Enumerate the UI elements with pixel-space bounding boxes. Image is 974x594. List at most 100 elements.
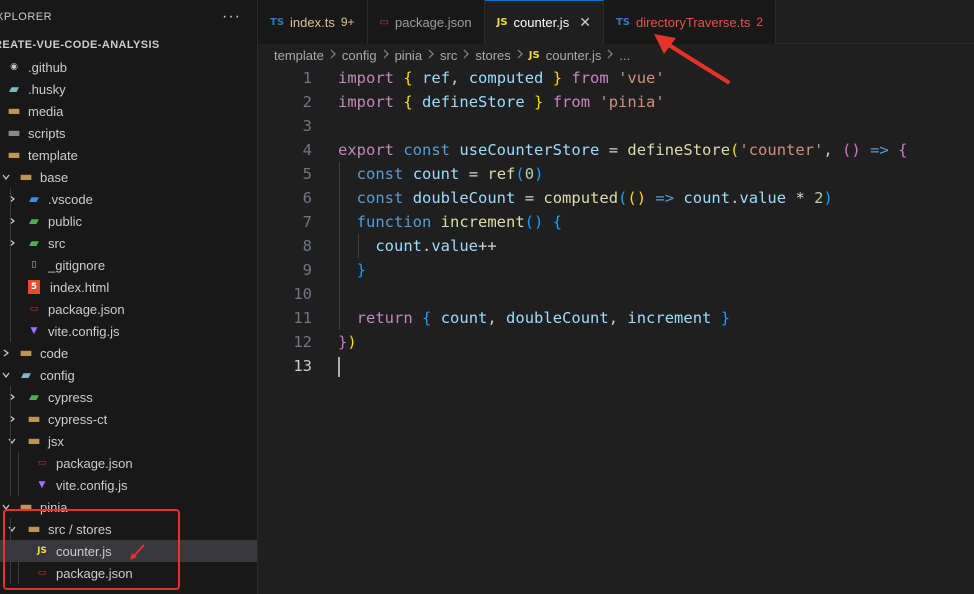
tree-item-label: vite.config.js bbox=[48, 323, 120, 339]
tree-item[interactable]: ▬ media bbox=[0, 100, 257, 122]
chevron-down-icon[interactable] bbox=[0, 171, 12, 183]
code-line-6: 6 const doubleCount = computed(() => cou… bbox=[258, 186, 974, 210]
tree-item[interactable]: ▰ cypress bbox=[0, 386, 257, 408]
tree-item[interactable]: ▰ config bbox=[0, 364, 257, 386]
html-icon: 5 bbox=[28, 280, 40, 294]
line-number: 5 bbox=[302, 165, 312, 183]
tree-item-label: src bbox=[48, 235, 66, 251]
chevron-down-icon[interactable] bbox=[6, 435, 18, 447]
tree-item[interactable]: ▬ jsx bbox=[0, 430, 257, 452]
breadcrumb-item[interactable]: config bbox=[342, 48, 377, 63]
tab-counter-js[interactable]: JS counter.js ✕ bbox=[484, 0, 604, 44]
tree-item[interactable]: ▭ package.json bbox=[0, 452, 257, 474]
tree-item[interactable]: ▰ .husky bbox=[0, 78, 257, 100]
breadcrumb-symbols[interactable]: ... bbox=[619, 48, 630, 63]
explorer-sidebar: XPLORER ··· REATE-VUE-CODE-ANALYSIS ◉ .gi… bbox=[0, 0, 258, 594]
chevron-right-icon[interactable] bbox=[6, 193, 18, 205]
npm-icon: ▭ bbox=[379, 16, 389, 28]
chevron-right-icon bbox=[462, 48, 470, 62]
breadcrumb-item[interactable]: template bbox=[274, 48, 324, 63]
tree-item[interactable]: ▰ .vscode bbox=[0, 188, 257, 210]
code-line-5: 5 const count = ref(0) bbox=[258, 162, 974, 186]
tree-item-label: config bbox=[40, 367, 75, 383]
code-editor[interactable]: 1 import { ref, computed } from 'vue' 2 im… bbox=[258, 66, 974, 594]
breadcrumb-item[interactable]: src bbox=[440, 48, 457, 63]
tree-item[interactable]: ▬ scripts bbox=[0, 122, 257, 144]
breadcrumb-item[interactable]: stores bbox=[475, 48, 510, 63]
tree-item-label: package.json bbox=[56, 455, 133, 471]
more-actions-icon[interactable]: ··· bbox=[222, 8, 241, 26]
chevron-right-icon bbox=[329, 48, 337, 62]
breadcrumb-item[interactable]: pinia bbox=[395, 48, 422, 63]
tree-item[interactable]: ▼ vite.config.js bbox=[0, 474, 257, 496]
tab-package-json[interactable]: ▭ package.json bbox=[367, 0, 485, 44]
chevron-right-icon[interactable] bbox=[6, 391, 18, 403]
tree-item[interactable]: 5 index.html bbox=[0, 276, 257, 298]
chevron-down-icon[interactable] bbox=[0, 369, 12, 381]
tree-item[interactable]: ▬ template bbox=[0, 144, 257, 166]
line-number: 3 bbox=[302, 117, 312, 135]
tree-item-label: jsx bbox=[48, 433, 64, 449]
line-number: 4 bbox=[302, 141, 312, 159]
project-root[interactable]: REATE-VUE-CODE-ANALYSIS bbox=[0, 34, 257, 56]
code-line-12: 12}) bbox=[258, 330, 974, 354]
code-line-13: 13 bbox=[258, 354, 974, 378]
github-folder-icon: ◉ bbox=[10, 62, 18, 72]
line-number: 2 bbox=[302, 93, 312, 111]
code-line-3: 3 bbox=[258, 114, 974, 138]
tree-item-label: public bbox=[48, 213, 82, 229]
code-line-1: 1 import { ref, computed } from 'vue' bbox=[258, 66, 974, 90]
chevron-right-icon bbox=[606, 48, 614, 62]
folder-icon: ▬ bbox=[19, 345, 33, 361]
tree-item-label: cypress bbox=[48, 389, 93, 405]
chevron-right-icon[interactable] bbox=[6, 237, 18, 249]
file-icon: ▯ bbox=[31, 260, 37, 270]
chevron-right-icon bbox=[516, 48, 524, 62]
tab-label: counter.js bbox=[513, 15, 570, 30]
line-number: 8 bbox=[302, 237, 312, 255]
code-line-9: 9 } bbox=[258, 258, 974, 282]
tree-item[interactable]: ▬ cypress-ct bbox=[0, 408, 257, 430]
line-number: 1 bbox=[302, 69, 312, 87]
npm-icon: ▭ bbox=[29, 304, 39, 314]
vite-icon: ▼ bbox=[30, 326, 38, 336]
breadcrumb-file[interactable]: counter.js bbox=[546, 48, 602, 63]
chevron-right-icon[interactable] bbox=[0, 347, 12, 359]
tree-item[interactable]: ▬ base bbox=[0, 166, 257, 188]
tree-item[interactable]: ▯ _gitignore bbox=[0, 254, 257, 276]
annotation-highlight-box bbox=[3, 509, 180, 590]
explorer-header: XPLORER ··· bbox=[0, 0, 257, 34]
husky-folder-icon: ▰ bbox=[9, 81, 19, 97]
config-folder-icon: ▰ bbox=[21, 367, 31, 383]
tree-item-label: .vscode bbox=[48, 191, 93, 207]
chevron-right-icon bbox=[427, 48, 435, 62]
tree-item[interactable]: ▼ vite.config.js bbox=[0, 320, 257, 342]
tree-item[interactable]: ◉ .github bbox=[0, 56, 257, 78]
tree-item[interactable]: ▬ code bbox=[0, 342, 257, 364]
tree-item-label: base bbox=[40, 169, 69, 185]
tree-item-label: scripts bbox=[28, 125, 66, 141]
chevron-right-icon[interactable] bbox=[6, 215, 18, 227]
vite-icon: ▼ bbox=[38, 480, 46, 490]
close-tab-icon[interactable]: ✕ bbox=[579, 14, 591, 31]
tree-item-label: code bbox=[40, 345, 69, 361]
text-cursor bbox=[338, 356, 340, 377]
vscode-folder-icon: ▰ bbox=[29, 191, 39, 207]
tree-item-label: cypress-ct bbox=[48, 411, 108, 427]
typescript-icon: TS bbox=[615, 16, 630, 28]
tree-item-label: index.html bbox=[50, 279, 110, 295]
tree-item[interactable]: ▰ src bbox=[0, 232, 257, 254]
tab-index-ts[interactable]: TS index.ts 9+ bbox=[258, 0, 368, 44]
tree-item[interactable]: ▰ public bbox=[0, 210, 257, 232]
code-line-4: 4 export const useCounterStore = defineSt… bbox=[258, 138, 974, 162]
folder-icon: ▬ bbox=[7, 103, 21, 119]
tree-item[interactable]: ▭ package.json bbox=[0, 298, 257, 320]
line-number: 6 bbox=[302, 189, 312, 207]
chevron-right-icon[interactable] bbox=[6, 413, 18, 425]
js-icon: JS bbox=[528, 49, 540, 61]
